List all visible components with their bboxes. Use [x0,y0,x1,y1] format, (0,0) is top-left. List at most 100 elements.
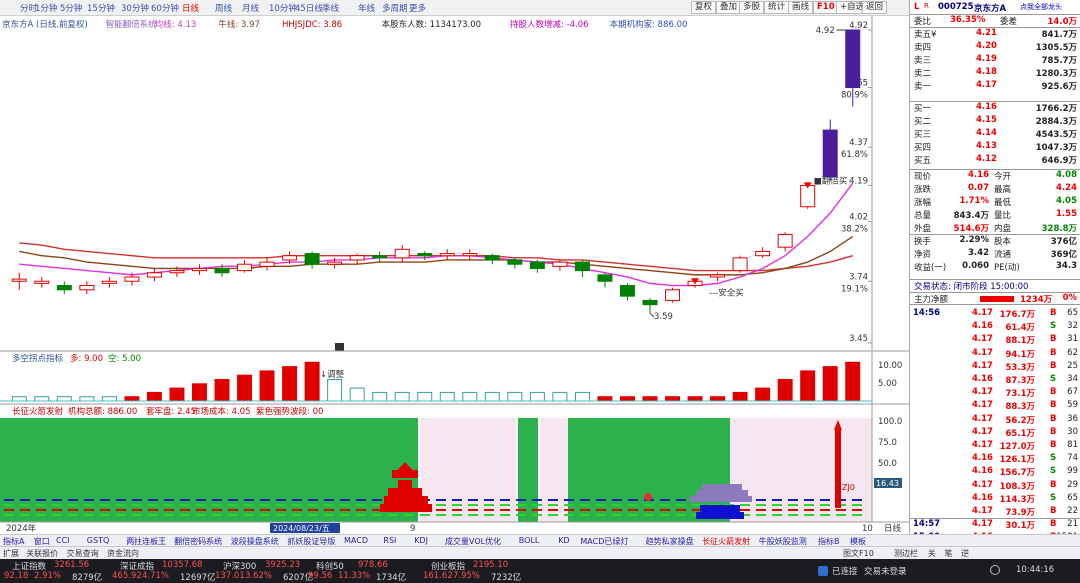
indicator-tab-2[interactable]: CCI [56,536,70,545]
stat-label: 净资 [914,250,932,260]
tick-count: 22 [1067,506,1078,516]
stat-row: 涨幅 1.71% 最低 4.05 [910,196,1080,208]
tick-row: 4.17 88.3万 B 59 [910,400,1080,412]
candle-body[interactable] [822,129,838,178]
candle-body[interactable] [101,280,117,284]
candle-body[interactable] [34,280,50,284]
stat-value: 4.16 [968,170,989,180]
indicator-tab-10[interactable]: KDJ [414,536,428,545]
candle-body[interactable] [439,253,455,257]
candle-body[interactable] [597,274,613,282]
kline-chart-area[interactable]: 分时 1分钟 5分钟 15分钟 30分钟 60分钟 日线 周线 月线 10分钟 45日线 季线 年线 多周… [0,0,909,534]
l-marker: L [914,2,920,12]
rocket-red-pile [388,488,422,496]
stat-value2: 376亿 [1050,237,1077,247]
kline-svg[interactable]: 京东方A (日线,前复权) 智能翻倍系统均线: 4.13 牛线: 3.97 HHJSJ… [0,0,909,534]
tick-row: 4.17 65.1万 B 30 [910,427,1080,439]
tick-count: 62 [1067,347,1078,358]
candle-body[interactable] [304,253,320,265]
tick-row: 4.16 114.3万 S 65 [910,493,1080,505]
tick-side: S [1050,492,1057,503]
candle-body[interactable] [642,299,658,306]
zj-label: ZJ0 [842,483,855,492]
stat-value2: 328.8万 [1041,224,1077,234]
candle-body[interactable] [710,274,726,278]
sub1-bar [327,379,343,402]
candle-body[interactable] [11,278,27,282]
side-tab-0[interactable]: 图文F10 [843,548,874,559]
sub2-tip: 紫色强势波段: 00 [256,406,323,417]
stat-label: 收益(一) [914,263,947,273]
stat-label2: 今开 [994,172,1012,182]
candle-body[interactable] [462,253,478,257]
function-tab-3[interactable]: 资金流向 [107,548,139,559]
indicator-tab-8[interactable]: MACD [344,536,368,545]
side-tab-3[interactable]: 笔 [944,548,952,559]
function-tab-0[interactable]: 扩展 [3,548,19,559]
side-tab-2[interactable]: 关 [928,548,936,559]
candle-body[interactable] [349,255,365,261]
function-tab-1[interactable]: 关联报价 [26,548,58,559]
indicator-tab-3[interactable]: GSTQ [87,536,109,545]
side-tab-1[interactable]: 测边栏 [894,548,918,559]
candle-body[interactable] [372,255,388,259]
stat-value: 3.42 [968,248,989,258]
candle-body[interactable] [56,285,72,291]
candle-body[interactable] [619,285,635,297]
sub2-fund: 套牢盘: 2.45 [146,406,196,417]
stat-label: 现价 [914,172,932,182]
candle-body[interactable] [574,261,590,272]
tick-volume: 176.7万 [999,310,1035,320]
tick-row: 4.17 127.0万 B 81 [910,440,1080,452]
candle-body[interactable] [146,272,162,278]
candle-body[interactable] [777,233,793,248]
indicator-tab-9[interactable]: RSI [383,536,396,545]
indicator-tab-12[interactable]: BOLL [519,536,540,545]
rocket-purple-pile [702,484,742,490]
quote-panel: L R 000725 京东方A 点我全部龙头 委比 36.35% 委差 14.0万 卖五¥ 4.21… [909,0,1080,544]
tick-side: B [1050,440,1057,450]
legend-holders: 本股东人数: 1134173.00 [382,19,481,30]
pct-axis-label: 38.2% [841,225,868,235]
candle-body[interactable] [259,261,275,267]
stat-row: 收益(一) 0.060 PE(动) 34.3 [910,261,1080,273]
candle-body[interactable] [484,255,500,261]
candle-body[interactable] [755,250,771,257]
bid-price: 4.15 [976,115,997,125]
function-tab-2[interactable]: 交易查询 [67,548,99,559]
tick-volume: 65.1万 [1005,428,1035,439]
bid-row: 买二 4.15 2884.3万 [910,115,1080,127]
index-amount-0: 8279亿 [72,573,103,583]
candle-body[interactable] [282,255,298,261]
legend-ma_label: 均线: 4.13 [155,19,197,30]
stat-row: 涨跌 0.07 最高 4.24 [910,183,1080,195]
sub1-bar [191,383,207,402]
tick-count: 34 [1067,374,1078,384]
candle-body[interactable] [507,259,523,265]
ask-volume: 925.6万 [1041,82,1077,92]
stat-label: 换手 [914,237,932,247]
candle-body[interactable] [214,267,230,274]
trade-status-tb: 交易未登录 [864,567,907,577]
tick-row: 4.17 73.1万 B 67 [910,387,1080,399]
candle-body[interactable] [124,276,140,282]
sub1-bar [237,374,253,402]
candle-body[interactable] [169,270,185,274]
candle-body[interactable] [845,29,861,88]
candle-body[interactable] [552,261,568,267]
candle-body[interactable] [191,267,207,272]
candle-body[interactable] [79,285,95,291]
candle-body[interactable] [665,289,681,301]
candle-body[interactable] [732,257,748,272]
stat-value2: 34.3 [1056,261,1077,271]
indicator-tab-13[interactable]: KD [558,536,569,545]
candle-body[interactable] [394,248,410,259]
candle-body[interactable] [417,253,433,257]
candle-body[interactable] [327,261,343,265]
side-tab-4[interactable]: 逆 [961,548,969,559]
price-axis-label: 4.02 [849,213,868,223]
candle-body[interactable] [529,261,545,269]
stat-row: 换手 2.29% 股本 376亿 [910,235,1080,247]
candle-body[interactable] [237,263,253,272]
candle-body[interactable] [800,184,816,208]
